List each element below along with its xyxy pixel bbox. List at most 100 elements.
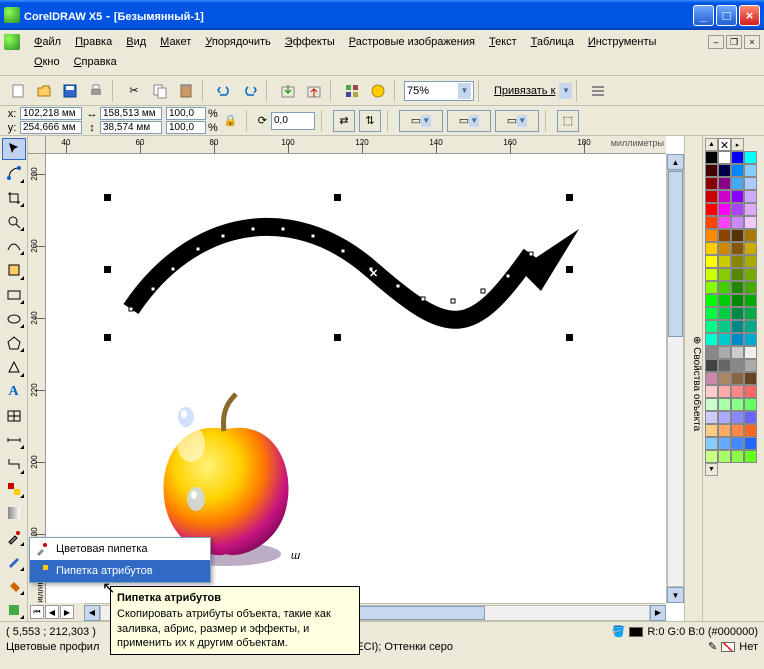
color-swatch[interactable] (705, 385, 718, 398)
copy-button[interactable] (148, 79, 172, 103)
ellipse-tool[interactable] (2, 308, 26, 330)
pick-tool[interactable] (2, 138, 26, 160)
color-swatch[interactable] (705, 372, 718, 385)
color-swatch[interactable] (731, 437, 744, 450)
color-swatch[interactable] (744, 203, 757, 216)
color-swatch[interactable] (705, 216, 718, 229)
color-swatch[interactable] (744, 450, 757, 463)
color-swatch[interactable] (705, 294, 718, 307)
color-swatch[interactable] (731, 346, 744, 359)
vertical-ruler[interactable]: 280260240220200180 (28, 154, 46, 603)
color-swatch[interactable] (705, 359, 718, 372)
lock-ratio-button[interactable]: 🔒 (222, 108, 240, 134)
color-swatch[interactable] (744, 164, 757, 177)
selection-handle[interactable] (104, 194, 111, 201)
minimize-button[interactable]: _ (693, 5, 714, 26)
mdi-close-button[interactable]: × (744, 35, 760, 49)
mdi-minimize-button[interactable]: – (708, 35, 724, 49)
color-swatch[interactable] (705, 164, 718, 177)
color-swatch[interactable] (744, 229, 757, 242)
paste-button[interactable] (174, 79, 198, 103)
color-swatch[interactable] (718, 411, 731, 424)
fill-tool[interactable] (2, 575, 26, 597)
color-swatch[interactable] (705, 255, 718, 268)
color-swatch[interactable] (744, 307, 757, 320)
color-swatch[interactable] (705, 203, 718, 216)
color-swatch[interactable] (718, 203, 731, 216)
color-swatch[interactable] (744, 294, 757, 307)
to-front-button[interactable]: ▭▼ (399, 110, 443, 132)
menu-table[interactable]: Таблица (525, 34, 580, 50)
color-swatch[interactable] (744, 320, 757, 333)
color-swatch[interactable] (744, 190, 757, 203)
color-swatch[interactable] (718, 398, 731, 411)
menu-file[interactable]: Файл (28, 34, 67, 50)
snap-to-label[interactable]: Привязать к (494, 85, 555, 97)
color-swatch[interactable] (744, 333, 757, 346)
mirror-h-button[interactable]: ⇄ (333, 110, 355, 132)
color-swatch[interactable] (705, 177, 718, 190)
import-button[interactable] (276, 79, 300, 103)
color-swatch[interactable] (731, 398, 744, 411)
color-swatch[interactable] (731, 359, 744, 372)
redo-button[interactable] (238, 79, 262, 103)
color-swatch[interactable] (718, 177, 731, 190)
color-swatch[interactable] (744, 177, 757, 190)
color-eyedropper-item[interactable]: Цветовая пипетка (30, 538, 210, 560)
color-swatch[interactable] (731, 203, 744, 216)
color-swatch[interactable] (744, 255, 757, 268)
table-tool[interactable] (2, 405, 26, 427)
height-input[interactable] (100, 121, 162, 134)
color-swatch[interactable] (731, 411, 744, 424)
outline-tool[interactable] (2, 550, 26, 572)
color-swatch[interactable] (731, 450, 744, 463)
undo-button[interactable] (212, 79, 236, 103)
color-swatch[interactable] (718, 359, 731, 372)
color-swatch[interactable] (731, 268, 744, 281)
color-swatch[interactable] (731, 372, 744, 385)
color-swatch[interactable] (731, 190, 744, 203)
menu-layout[interactable]: Макет (154, 34, 197, 50)
close-button[interactable]: × (739, 5, 760, 26)
color-swatch[interactable] (731, 385, 744, 398)
color-swatch[interactable] (744, 372, 757, 385)
color-swatch[interactable] (731, 424, 744, 437)
width-input[interactable] (100, 107, 162, 120)
color-swatch[interactable] (731, 242, 744, 255)
menu-effects[interactable]: Эффекты (279, 34, 341, 50)
polygon-tool[interactable] (2, 332, 26, 354)
color-swatch[interactable] (744, 398, 757, 411)
color-swatch[interactable] (718, 307, 731, 320)
color-swatch[interactable] (731, 151, 744, 164)
color-swatch[interactable] (718, 333, 731, 346)
eyedropper-tool[interactable] (2, 526, 26, 548)
color-swatch[interactable] (718, 151, 731, 164)
color-swatch[interactable] (744, 242, 757, 255)
page-navigator[interactable]: ⏮ ◀ ▶ (28, 603, 84, 621)
color-swatch[interactable] (705, 281, 718, 294)
open-button[interactable] (32, 79, 56, 103)
scale-x-input[interactable] (166, 107, 206, 120)
menu-view[interactable]: Вид (120, 34, 152, 50)
color-swatch[interactable] (718, 385, 731, 398)
y-position-input[interactable] (20, 121, 82, 134)
drawing-canvas[interactable]: ✕ (46, 154, 666, 603)
rotation-input[interactable] (271, 112, 315, 130)
color-swatch[interactable] (744, 151, 757, 164)
options-button[interactable] (586, 79, 610, 103)
color-swatch[interactable] (718, 450, 731, 463)
rectangle-tool[interactable] (2, 284, 26, 306)
color-swatch[interactable] (744, 411, 757, 424)
palette-up[interactable]: ▲ (705, 138, 718, 151)
color-swatch[interactable] (718, 255, 731, 268)
color-swatch[interactable] (718, 216, 731, 229)
color-swatch[interactable] (744, 424, 757, 437)
selection-handle[interactable] (334, 334, 341, 341)
no-fill-swatch[interactable]: ✕ (718, 138, 731, 151)
color-swatch[interactable] (718, 346, 731, 359)
color-swatch[interactable] (705, 190, 718, 203)
selection-handle[interactable] (566, 266, 573, 273)
object-properties-docker[interactable]: ⊕ Свойства объекта (685, 136, 703, 621)
color-swatch[interactable] (718, 424, 731, 437)
color-swatch[interactable] (718, 294, 731, 307)
